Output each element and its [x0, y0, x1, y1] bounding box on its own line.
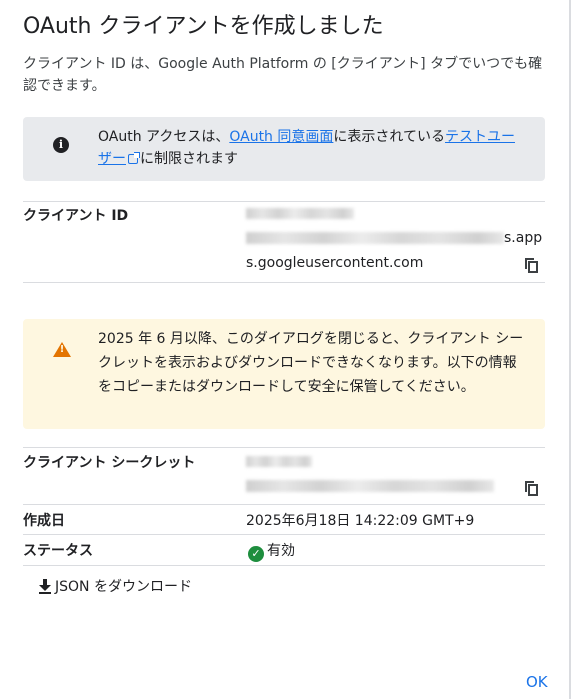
oauth-client-created-dialog: OAuth クライアントを作成しました クライアント ID は、Google A…	[0, 0, 571, 699]
copy-icon[interactable]	[525, 258, 538, 273]
status-label: ステータス	[23, 543, 93, 559]
info-suffix: に制限されます	[140, 151, 238, 167]
info-icon: i	[53, 137, 69, 153]
divider	[23, 447, 545, 448]
dialog-description: クライアント ID は、Google Auth Platform の [クライア…	[23, 56, 543, 94]
client-id-redacted-line1	[246, 208, 354, 219]
info-banner: i OAuth アクセスは、OAuth 同意画面に表示されているテストユーザーに…	[23, 117, 545, 181]
divider	[23, 565, 545, 566]
warning-mark: !	[59, 344, 65, 355]
info-middle: に表示されている	[333, 129, 445, 145]
copy-icon[interactable]	[525, 481, 538, 496]
client-secret-label: クライアント シークレット	[23, 455, 196, 471]
divider	[23, 504, 545, 505]
created-label: 作成日	[23, 513, 65, 529]
client-id-tail: s.app	[504, 230, 543, 246]
client-secret-redacted-line1	[246, 456, 312, 467]
info-text: OAuth アクセスは、OAuth 同意画面に表示されているテストユーザー に制限…	[98, 126, 528, 170]
ok-button[interactable]: OK	[526, 673, 548, 691]
dialog-title: OAuth クライアントを作成しました	[23, 14, 384, 39]
client-id-label: クライアント ID	[23, 208, 129, 224]
consent-screen-link[interactable]: OAuth 同意画面	[229, 129, 333, 145]
warning-banner: ! 2025 年 6 月以降、このダイアログを閉じると、クライアント シークレッ…	[23, 319, 545, 429]
client-id-redacted-line2	[246, 232, 504, 244]
divider	[23, 201, 545, 202]
check-circle-icon: ✓	[248, 546, 264, 562]
download-json-button[interactable]: JSON をダウンロード	[38, 576, 192, 596]
download-label: JSON をダウンロード	[55, 579, 192, 595]
warning-text: 2025 年 6 月以降、このダイアログを閉じると、クライアント シークレットを…	[98, 331, 524, 395]
divider	[23, 282, 545, 283]
status-text: 有効	[267, 543, 295, 559]
client-secret-redacted-line2	[246, 480, 494, 492]
client-id-domain: s.googleusercontent.com	[246, 255, 424, 271]
download-icon	[38, 578, 52, 594]
divider	[23, 534, 545, 535]
external-link-icon[interactable]	[128, 152, 140, 164]
info-prefix: OAuth アクセスは、	[98, 129, 230, 145]
status-value: ✓ 有効	[248, 540, 295, 562]
created-value: 2025年6月18日 14:22:09 GMT+9	[246, 513, 475, 529]
